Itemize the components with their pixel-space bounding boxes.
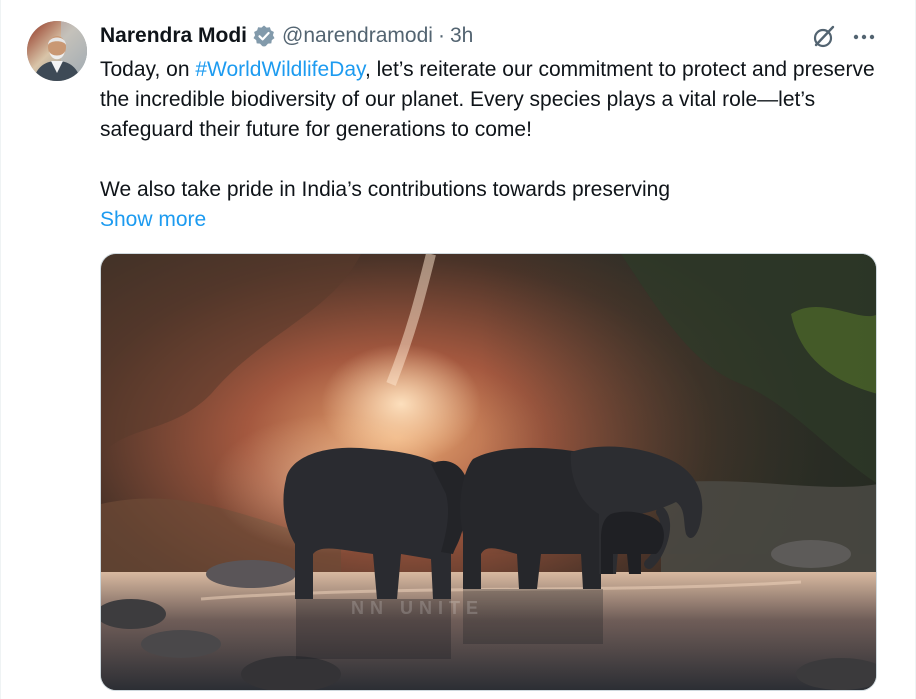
elephants-photo: NN UNITE <box>101 254 876 690</box>
tweet-card[interactable]: Narendra Modi @narendramodi · 3h Today, … <box>0 0 916 699</box>
header-separator: · <box>437 24 445 47</box>
hashtag-link[interactable]: #WorldWildlifeDay <box>195 58 365 81</box>
author-handle[interactable]: @narendramodi <box>282 24 433 48</box>
verified-badge-icon[interactable] <box>252 24 276 48</box>
tweet-header: Narendra Modi @narendramodi · 3h <box>100 22 473 50</box>
more-options-button[interactable] <box>849 22 879 52</box>
media-watermark: NN UNITE <box>351 598 484 618</box>
tweet-paragraph-1: Today, on #WorldWildlifeDay, let’s reite… <box>100 55 890 145</box>
author-avatar[interactable] <box>27 21 87 81</box>
grok-icon <box>813 25 835 48</box>
tweet-timestamp[interactable]: 3h <box>450 24 473 48</box>
show-more-link[interactable]: Show more <box>100 205 206 235</box>
grok-button[interactable] <box>809 22 839 52</box>
text-prefix: Today, on <box>100 58 196 81</box>
tweet-paragraph-2: We also take pride in India’s contributi… <box>100 178 671 201</box>
more-options-icon <box>853 34 875 40</box>
tweet-text: Today, on #WorldWildlifeDay, let’s reite… <box>100 55 890 205</box>
tweet-media-image[interactable]: NN UNITE <box>100 253 877 691</box>
author-name[interactable]: Narendra Modi <box>100 24 247 48</box>
avatar-image <box>27 21 87 81</box>
